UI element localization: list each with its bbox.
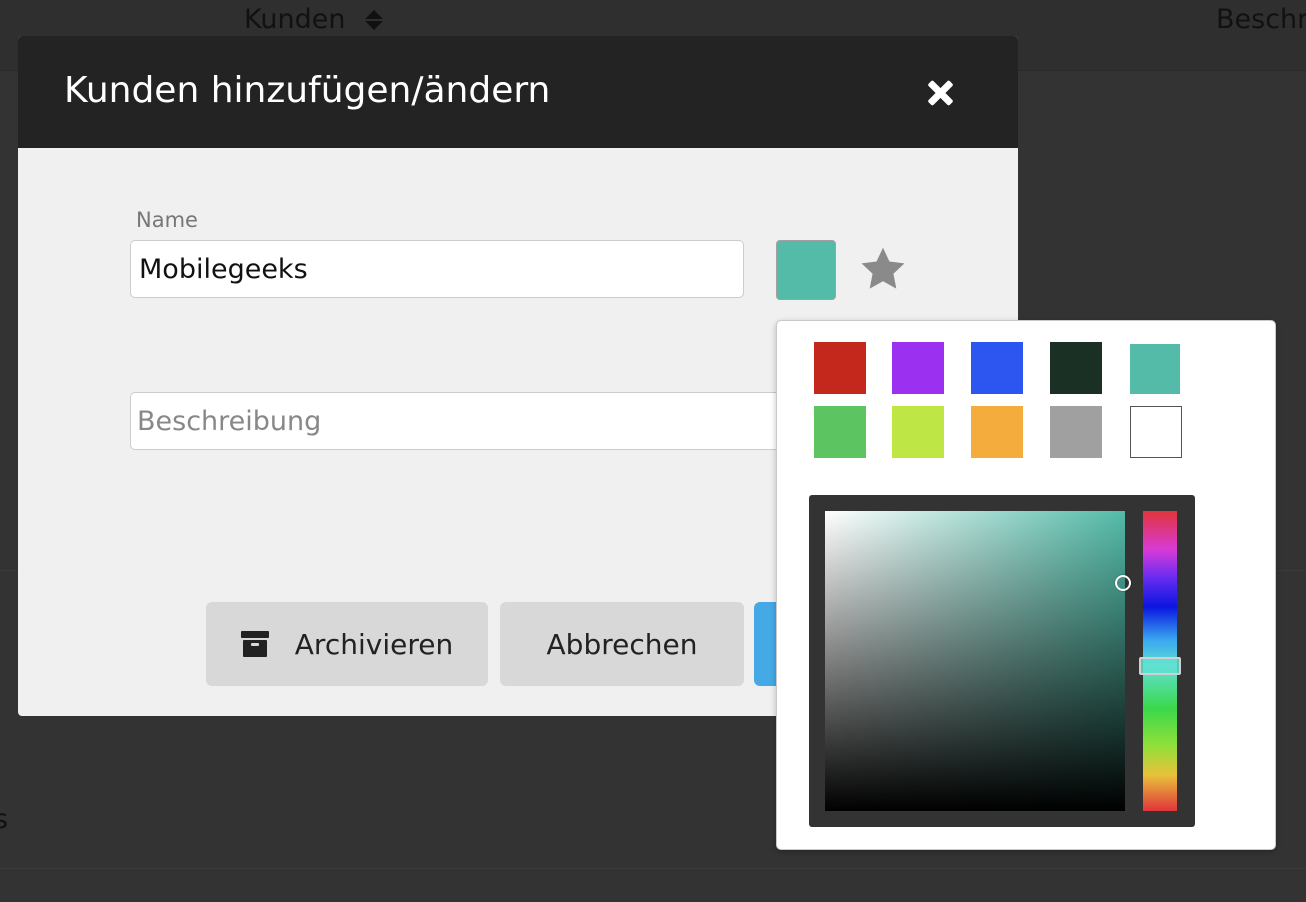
color-swatch-purple[interactable] — [892, 342, 944, 394]
saturation-area[interactable] — [825, 511, 1131, 811]
cancel-button[interactable]: Abbrechen — [500, 602, 744, 686]
spectrum-panel — [809, 495, 1195, 827]
cancel-button-label: Abbrechen — [546, 627, 698, 661]
color-picker-popover — [776, 320, 1276, 850]
name-input[interactable] — [130, 240, 744, 298]
color-swatch-white[interactable] — [1130, 406, 1182, 458]
color-swatch-red[interactable] — [814, 342, 866, 394]
column-label: Kunden — [244, 4, 346, 35]
color-picker-button[interactable] — [776, 240, 836, 300]
color-swatch-orange[interactable] — [971, 406, 1023, 458]
archive-button[interactable]: Archivieren — [206, 602, 488, 686]
archive-icon — [240, 631, 269, 657]
name-label: Name — [136, 208, 198, 232]
color-swatch-lime[interactable] — [892, 406, 944, 458]
color-swatch-blue[interactable] — [971, 342, 1023, 394]
color-swatch-teal[interactable] — [1130, 344, 1180, 394]
close-icon[interactable] — [920, 74, 960, 114]
column-header-beschreibung[interactable]: Beschr — [1216, 4, 1306, 35]
color-swatch-dark-green[interactable] — [1050, 342, 1102, 394]
row-divider — [0, 868, 1306, 869]
table-cell-fragment: s — [0, 804, 9, 835]
dialog-title: Kunden hinzufügen/ändern — [64, 70, 551, 111]
sort-icon[interactable] — [365, 9, 384, 30]
description-input[interactable] — [130, 392, 810, 450]
archive-button-label: Archivieren — [294, 627, 454, 661]
dialog-header: Kunden hinzufügen/ändern — [18, 36, 1018, 148]
saturation-handle[interactable] — [1115, 575, 1131, 591]
column-header-kunden[interactable]: Kunden — [244, 4, 384, 35]
star-icon[interactable] — [858, 244, 908, 294]
color-swatch-gray[interactable] — [1050, 406, 1102, 458]
color-swatch-green[interactable] — [814, 406, 866, 458]
hue-slider-handle[interactable] — [1139, 657, 1181, 675]
